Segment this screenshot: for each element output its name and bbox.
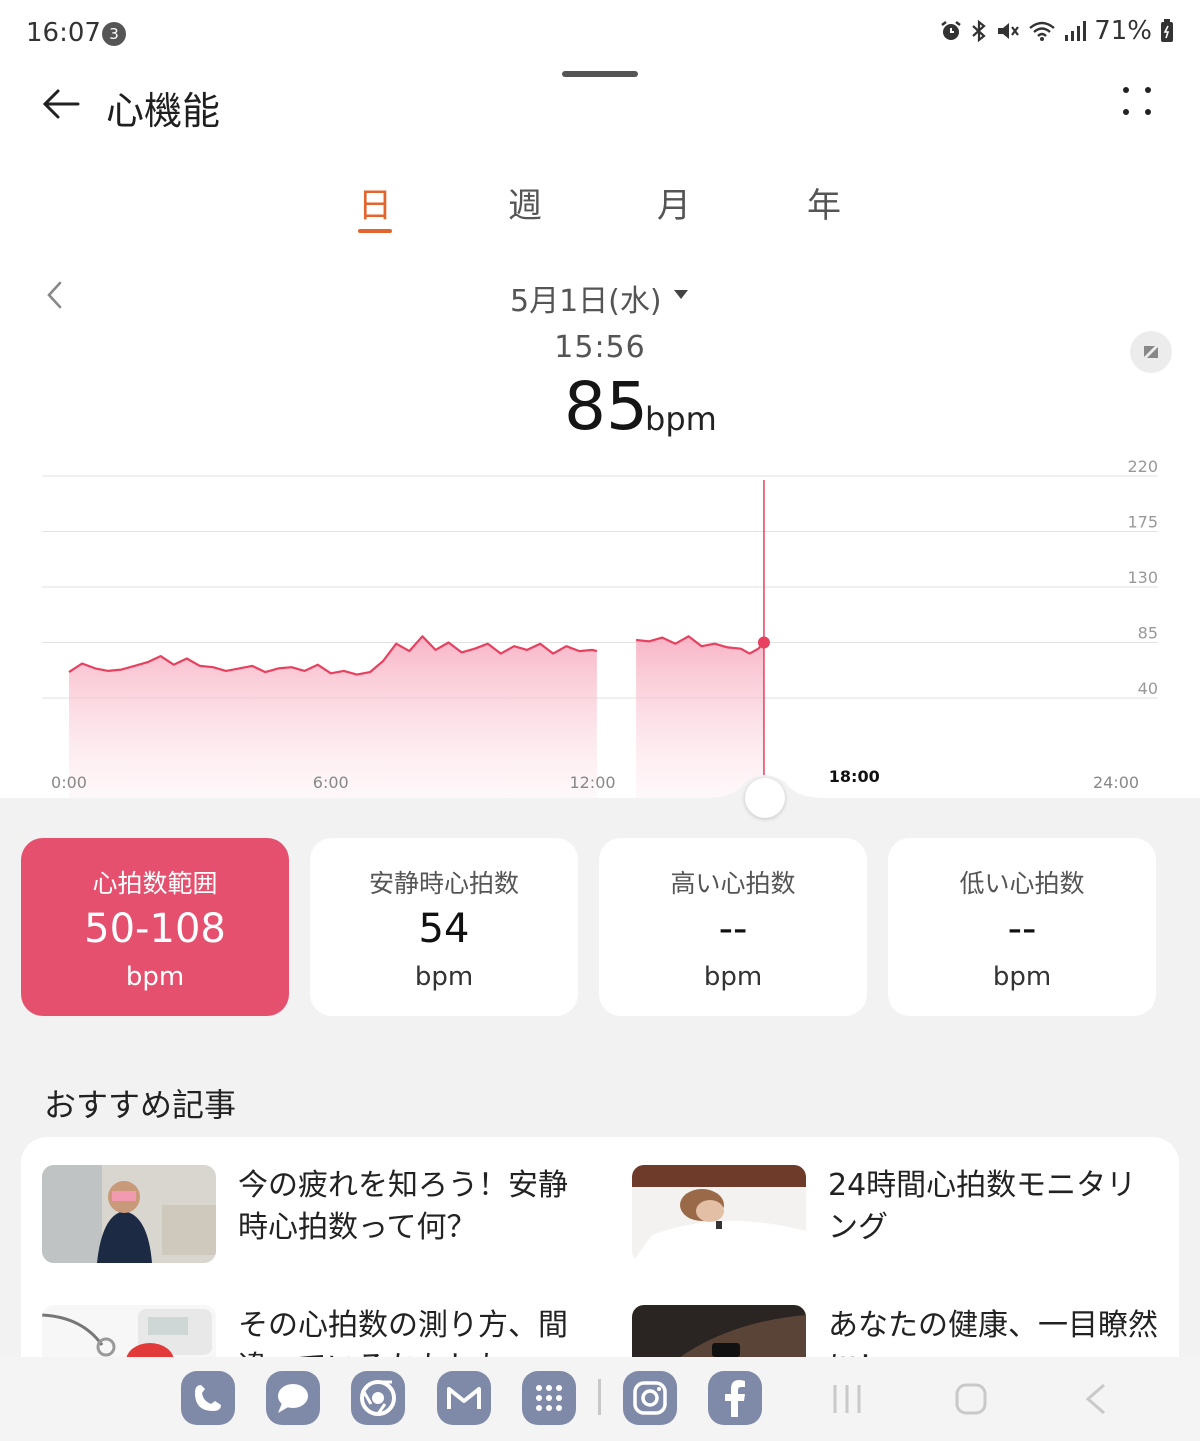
card-unit: bpm [992, 962, 1052, 992]
bluetooth-icon [972, 19, 986, 43]
wifi-icon [1029, 21, 1055, 41]
tab-year[interactable]: 年 [794, 178, 854, 227]
messages-icon[interactable] [266, 1371, 320, 1425]
page-title: 心機能 [106, 89, 221, 133]
active-tab-indicator [358, 229, 392, 233]
more-options-button[interactable] [1116, 82, 1160, 122]
instagram-icon[interactable] [623, 1371, 677, 1425]
card-value: -- [718, 906, 748, 952]
expand-chart-button[interactable] [1130, 331, 1172, 373]
card-title: 安静時心拍数 [368, 869, 519, 898]
card-title: 高い心拍数 [670, 869, 796, 898]
selected-time: 15:56 [554, 330, 646, 365]
alarm-icon [941, 21, 961, 40]
gmail-icon[interactable] [437, 1371, 491, 1425]
y-tick-label: 40 [1138, 679, 1158, 698]
article-item[interactable]: 24時間心拍数モニタリング [632, 1165, 1172, 1275]
more-dots-icon [1123, 87, 1151, 115]
card-unit: bpm [125, 962, 185, 992]
card-title: 低い心拍数 [959, 869, 1085, 898]
mute-icon [998, 23, 1020, 39]
status-time: 16:07 [26, 18, 101, 48]
notification-count-badge: 3 [102, 22, 126, 46]
drag-handle[interactable] [562, 71, 638, 77]
apps-grid-icon[interactable] [522, 1371, 576, 1425]
arrow-left-icon [42, 89, 80, 119]
back-nav-icon[interactable] [1076, 1379, 1116, 1419]
recommended-title: おすすめ記事 [44, 1086, 237, 1124]
y-tick-label: 130 [1127, 568, 1158, 587]
tab-day[interactable]: 日 [345, 178, 405, 227]
bottom-dock [0, 1357, 1200, 1441]
card-unit: bpm [703, 962, 763, 992]
x-tick-label: 18:00 [829, 767, 880, 786]
card-unit: bpm [414, 962, 474, 992]
dock-separator [598, 1379, 601, 1415]
selected-bpm-value: 85 [564, 368, 648, 445]
expand-icon [1144, 346, 1158, 358]
heart-function-screen: 16:07 3 71% 心機能 日 週 月 年 5月1日(水) 15:56 85… [0, 0, 1200, 818]
selected-bpm-unit: bpm [645, 400, 717, 438]
x-tick-label: 6:00 [313, 773, 349, 792]
recents-icon[interactable] [827, 1379, 867, 1419]
scrubber-handle[interactable] [745, 778, 785, 818]
facebook-icon[interactable] [708, 1371, 762, 1425]
status-icons: 71% [940, 16, 1174, 46]
card-heart-rate-range[interactable]: 心拍数範囲 50-108 bpm [21, 838, 289, 1016]
dropdown-caret-icon[interactable] [674, 290, 688, 299]
y-tick-label: 175 [1127, 513, 1158, 532]
card-resting-heart-rate[interactable]: 安静時心拍数 54 bpm [310, 838, 578, 1016]
back-button[interactable] [40, 82, 84, 126]
date-selector[interactable]: 5月1日(水) [510, 276, 662, 320]
phone-icon[interactable] [181, 1371, 235, 1425]
article-thumbnail [42, 1165, 216, 1263]
article-title: 24時間心拍数モニタリング [828, 1168, 1137, 1245]
signal-icon [1065, 21, 1087, 41]
home-icon[interactable] [951, 1379, 991, 1419]
tab-week[interactable]: 週 [495, 178, 555, 227]
x-tick-label: 24:00 [1093, 773, 1139, 792]
card-high-heart-rate[interactable]: 高い心拍数 -- bpm [599, 838, 867, 1016]
x-tick-label: 0:00 [51, 773, 87, 792]
recommended-articles: 今の疲れを知ろう！安静時心拍数って何？ 24時間心拍数モニタリング その心拍数の… [21, 1137, 1179, 1377]
card-value: -- [1007, 906, 1037, 952]
card-low-heart-rate[interactable]: 低い心拍数 -- bpm [888, 838, 1156, 1016]
selected-data-point [757, 636, 770, 649]
chrome-icon[interactable] [351, 1371, 405, 1425]
heart-rate-area [636, 636, 764, 798]
heart-rate-chart[interactable]: 220 175 130 85 40 0:00 6:00 12:00 18:00 24:00 [0, 450, 1200, 798]
chevron-left-icon [47, 281, 62, 309]
article-title: 今の疲れを知ろう！安静時心拍数って何？ [238, 1168, 568, 1245]
article-item[interactable]: 今の疲れを知ろう！安静時心拍数って何？ [42, 1165, 582, 1275]
tab-month[interactable]: 月 [644, 178, 704, 227]
previous-day-button[interactable] [40, 278, 70, 312]
card-value: 54 [418, 906, 470, 952]
y-tick-label: 220 [1127, 457, 1158, 476]
x-tick-label: 12:00 [569, 773, 615, 792]
battery-percent: 71% [1094, 16, 1152, 46]
card-title: 心拍数範囲 [92, 869, 218, 898]
y-tick-label: 85 [1138, 624, 1158, 643]
article-thumbnail [632, 1165, 806, 1263]
battery-icon [1161, 19, 1173, 42]
card-value: 50-108 [84, 906, 226, 952]
